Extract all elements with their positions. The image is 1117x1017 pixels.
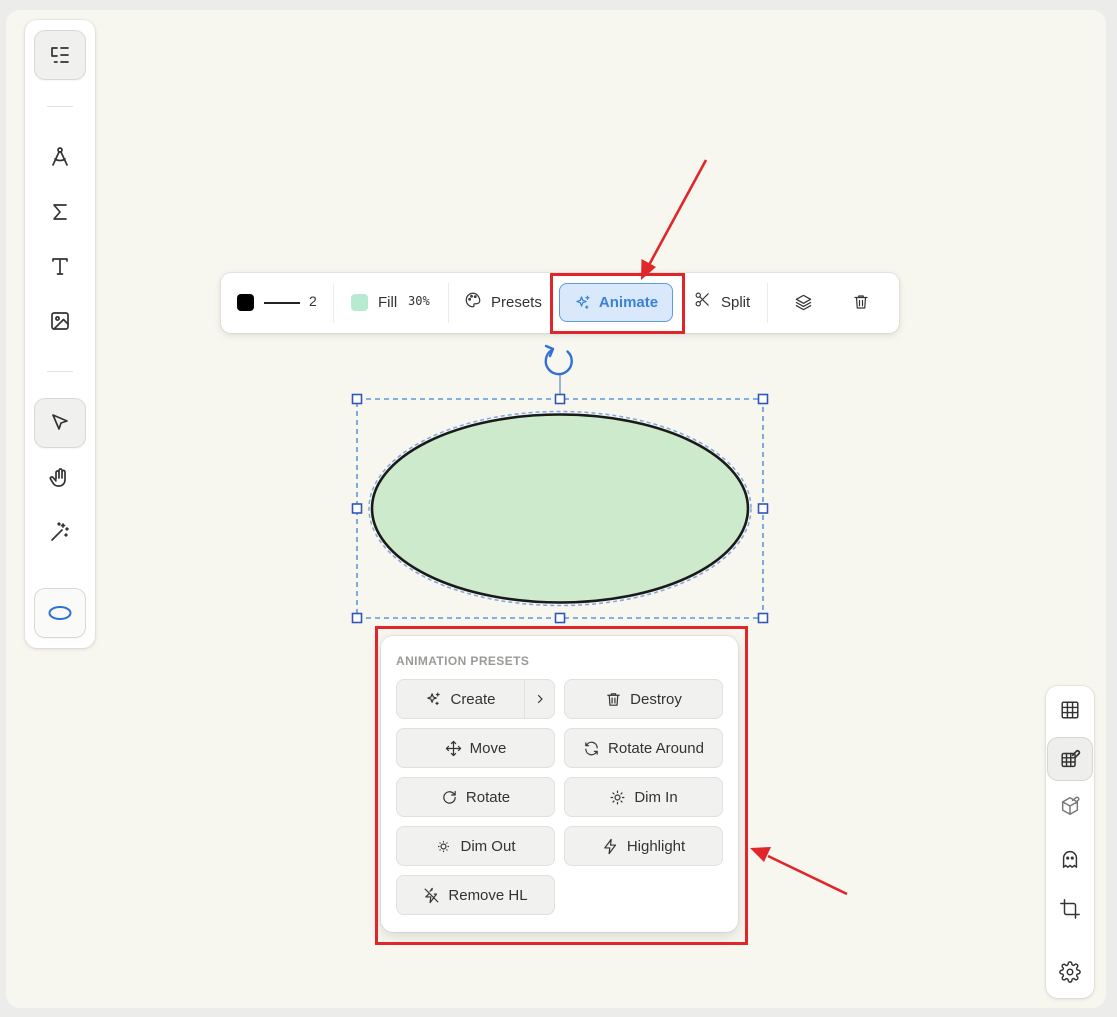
text-icon [52, 258, 68, 275]
settings-icon [1059, 961, 1081, 983]
ellipse-shape[interactable] [370, 413, 750, 604]
ghost-mode-button[interactable] [1048, 838, 1092, 880]
3d-box-icon [1061, 796, 1080, 815]
pan-tool-button[interactable] [35, 454, 85, 502]
rotate-handle-icon[interactable] [544, 344, 573, 376]
pointer-icon [52, 414, 68, 430]
geometry-tool-button[interactable] [35, 133, 85, 181]
select-tool-button[interactable] [35, 399, 85, 447]
compass-icon [52, 147, 68, 166]
delete-button[interactable] [852, 293, 870, 316]
split-label: Split [721, 293, 751, 311]
ellipse-icon [48, 606, 72, 620]
palette-icon [464, 291, 482, 314]
hand-icon [49, 468, 66, 487]
layers-tree-button[interactable] [35, 31, 85, 79]
list-tree-icon [51, 47, 69, 63]
image-icon [51, 312, 69, 330]
right-toolbar [1046, 686, 1094, 998]
magic-wand-icon [51, 522, 69, 541]
layers-button[interactable] [794, 293, 813, 317]
magic-tool-button[interactable] [35, 508, 85, 556]
crop-icon [1060, 899, 1080, 919]
grid-toggle-button[interactable] [1048, 689, 1092, 731]
fill-label[interactable]: Fill [378, 294, 397, 311]
stroke-width-value[interactable]: 2 [309, 293, 317, 309]
snap-to-grid-button[interactable] [1048, 738, 1092, 780]
sigma-icon [53, 204, 67, 220]
presets-button[interactable]: Presets [464, 291, 542, 314]
scissors-icon [694, 291, 711, 313]
3d-view-button[interactable] [1048, 785, 1092, 827]
image-tool-button[interactable] [35, 297, 85, 345]
presets-panel-highlight-box [375, 626, 748, 945]
crop-button[interactable] [1048, 888, 1092, 930]
text-tool-button[interactable] [35, 242, 85, 290]
stroke-width-line[interactable] [264, 302, 300, 304]
left-toolbar [25, 20, 95, 648]
stroke-color-swatch[interactable] [237, 294, 254, 311]
selected-ellipse-group[interactable] [340, 340, 780, 630]
ellipse-tool-button[interactable] [35, 589, 85, 637]
animate-highlight-box [550, 273, 685, 334]
split-button[interactable]: Split [694, 291, 750, 313]
layers-icon [794, 294, 813, 316]
trash-icon [852, 295, 870, 315]
math-tool-button[interactable] [35, 188, 85, 236]
ghost-icon [1062, 850, 1078, 868]
fill-color-swatch[interactable] [351, 294, 368, 311]
fill-opacity-value[interactable]: 30% [408, 294, 430, 308]
grid-icon [1061, 701, 1079, 719]
grid-snap-icon [1061, 750, 1081, 768]
settings-button[interactable] [1048, 951, 1092, 993]
presets-label: Presets [491, 294, 542, 311]
